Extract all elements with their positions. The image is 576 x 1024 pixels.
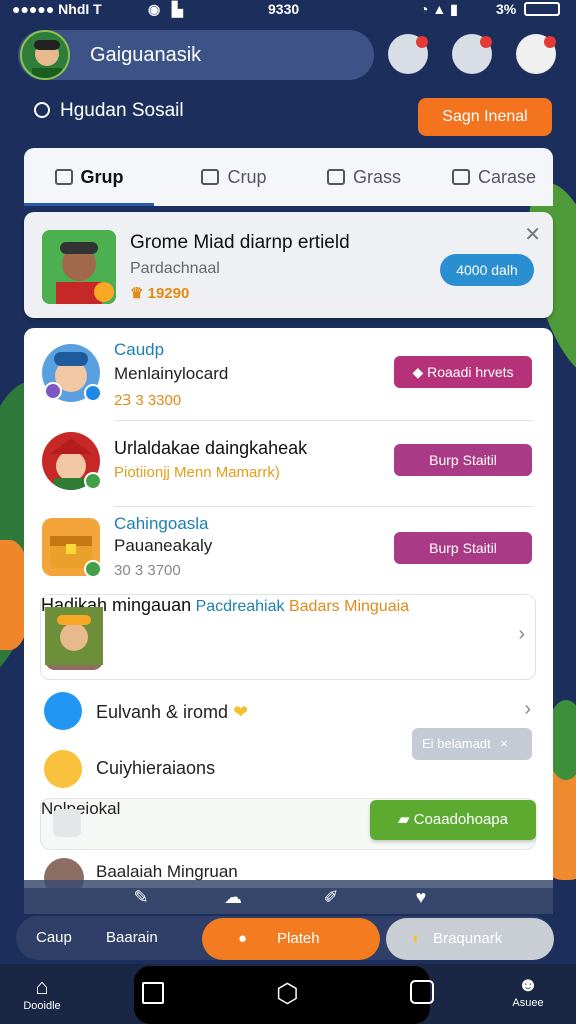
back-button[interactable] [410,980,434,1004]
item-title: Cuiyhieraiaons [96,758,216,778]
carrier-label: ●●●●● NhdI T [12,1,102,17]
notification-dot [544,36,556,48]
profile-icon: ☻ [517,974,539,996]
search-icon [34,102,50,118]
featured-pill-button[interactable]: 4000 dalh [440,254,534,286]
featured-name: Grome Miad diarnp ertield [130,232,350,253]
sign-in-button[interactable]: Sagn Inenal [418,98,552,136]
recents-button[interactable] [142,982,164,1004]
green-action-button[interactable]: ▰ Coaadohoapa [370,800,536,840]
list-item-card[interactable]: Hadikah mingauan Pacdreahiak Badars Ming… [40,594,536,680]
coin-icon: ◐ [412,930,422,947]
item-title: Eulvanh & iromd ❤ [96,702,249,722]
trophy-icon: ♛ [130,285,148,302]
featured-avatar [42,230,116,304]
list-item[interactable]: Caudp Menlainylocard 2Ɜ 3 3300 ◆ Roaadi … [24,338,553,418]
tab-crup[interactable]: Crup [174,148,294,206]
avatar[interactable] [20,30,70,80]
cloud-icon[interactable]: ☁ [222,886,244,908]
boost-button[interactable]: Burp Staitil [394,532,532,564]
divider [114,420,534,421]
battery-label: 3% [496,1,517,17]
item-meta: Badars Minguaia [288,598,410,615]
notification-dot [416,36,428,48]
upload-icon [201,169,220,185]
folder-icon [451,169,470,185]
tab-grass[interactable]: Grass [304,148,424,206]
item-title: Urlaldakae daingkaheak [114,438,308,458]
robot-icon[interactable] [388,34,428,74]
nav-profile[interactable]: ☻ Asuee [500,974,556,1009]
app-icon: ▙ [172,1,183,17]
gift-icon: ◆ [412,364,428,380]
featured-points: ♛ 19290 [130,285,190,302]
chevron-right-icon[interactable]: › [524,698,531,721]
nav-home[interactable]: ⌂ Dooidle [14,974,70,1012]
featured-card[interactable]: Grome Miad diarnp ertield Pardachnaal ♛ … [24,212,553,318]
home-icon [54,169,73,185]
battery-icon [524,2,560,16]
status-bar: ●●●●● NhdI T ◉ ▙ 9330 ◔ ▲ ▮ 3% [0,0,576,20]
tab-carase[interactable]: Carase [434,148,554,206]
featured-subtitle: Pardachnaal [130,260,220,277]
header-title: Gaiguanasik [90,44,202,66]
tooltip[interactable]: Ei belamadt × [412,728,532,760]
chat-icon[interactable] [452,34,492,74]
search-bar[interactable]: Hgudan Sosail [34,100,184,122]
chevron-right-icon[interactable]: › [518,623,525,646]
invite-button[interactable]: ◆ Roaadi hrvets [394,356,532,388]
robot-icon [53,809,81,837]
search-label: Hgudan Sosail [60,100,184,121]
ticket-icon: ▰ [398,811,414,828]
avatar [45,607,103,670]
home-button[interactable]: ⬡ [276,978,299,1009]
status-badge [84,560,102,578]
divider [114,506,534,507]
star-icon [326,169,345,185]
status-badge [84,384,102,402]
boost-button[interactable]: Burp Staitil [394,444,532,476]
item-title: Caudp [114,340,165,359]
item-title: Baalaiah Mingruan [96,862,238,881]
heart-icon: ❤ [233,702,249,722]
smiley-icon [44,750,82,788]
edit-icon[interactable]: ✐ [320,886,342,908]
bottom-tab-plateh[interactable]: ● Plateh [202,918,380,960]
notification-dot [480,36,492,48]
wifi-icon: ◉ [148,1,161,17]
tab-bar: Grup Crup Grass Carase [24,148,553,206]
tab-grup[interactable]: Grup [24,148,154,206]
list-item[interactable]: Cahingoasla Pauaneakaly 30 3 3700 Burp S… [24,512,553,592]
item-subtitle: Menlainylocard [114,364,229,383]
item-subtitle: Piotiionjj Menn Mamarrk) [114,464,280,481]
signal-icon: ◔ ▲ ▮ [420,1,458,17]
item-meta: 2Ɜ 3 3300 [114,392,182,409]
close-icon: × [500,736,508,751]
bottom-tab-caup[interactable]: Caup [36,916,72,960]
pen-icon[interactable]: ✎ [130,886,152,908]
bottom-tab-braqunark[interactable]: ◐ Braqunark [386,918,554,960]
item-meta: 30 3 3700 [114,562,181,579]
profile-header[interactable]: Gaiguanasik [18,30,374,80]
action-bar: ✎ ☁ ✐ ♥ [24,880,553,914]
close-icon[interactable]: ✕ [524,222,541,247]
clock: 9330 [268,1,300,17]
item-subtitle: Pauaneakaly [114,536,213,555]
status-badge [84,472,102,490]
item-subtitle: Pacdreahiak [195,598,285,615]
status-badge [44,382,62,400]
heart-icon[interactable]: ♥ [410,886,432,908]
list-item[interactable]: Urlaldakae daingkaheak Piotiionjj Menn M… [24,428,553,508]
mascot-icon[interactable] [516,34,556,74]
item-title: Cahingoasla [114,514,209,533]
home-icon: ⌂ [35,974,49,999]
chat-icon: ● [238,930,248,947]
system-nav-bar: ⌂ Dooidle ⬡ ☻ Asuee [0,964,576,1024]
chat-bubble-icon [44,692,82,730]
bottom-tab-baarain[interactable]: Baarain [106,916,158,960]
